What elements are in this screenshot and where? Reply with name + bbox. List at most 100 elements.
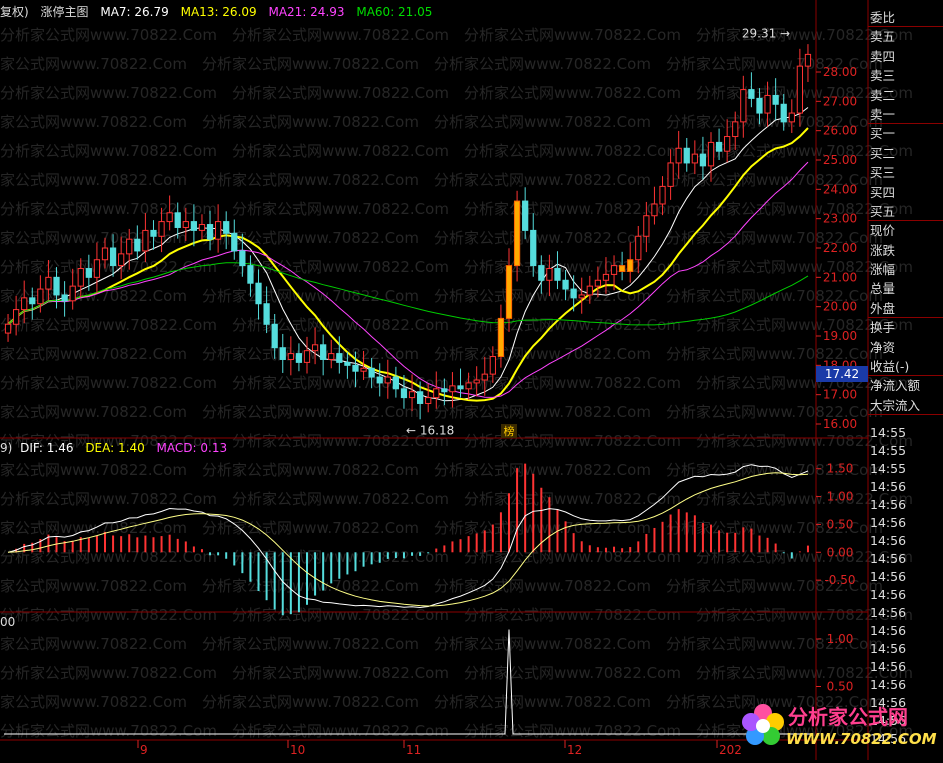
- watermark-text: 分析家公式网www.70822.Com: [0, 722, 217, 740]
- limit-up-bar: [497, 317, 505, 358]
- candle-body: [489, 356, 496, 375]
- side-item[interactable]: 收益(-): [868, 357, 943, 377]
- y-tick-label: 26.00: [823, 124, 857, 138]
- candle-body: [473, 379, 480, 384]
- y-tick-label: 23.00: [823, 212, 857, 226]
- side-item[interactable]: 买一: [868, 124, 943, 143]
- watermark-text: 分析家公式网www.70822.Com: [0, 461, 187, 479]
- candle-body: [352, 364, 359, 372]
- candle-body: [780, 103, 787, 123]
- candle-body: [530, 229, 537, 267]
- side-item[interactable]: 委比: [868, 8, 943, 28]
- candle-body: [675, 147, 682, 164]
- candle-body: [659, 185, 666, 205]
- watermark-text: 分析家公式网www.70822.Com: [0, 113, 187, 131]
- candle-body: [392, 376, 400, 390]
- candle-body: [279, 347, 286, 360]
- candle-body: [77, 268, 84, 287]
- candle-body: [126, 238, 133, 255]
- candle-body: [586, 285, 593, 296]
- candle-body: [522, 200, 529, 231]
- watermark-text: 分析家公式网www.70822.Com: [434, 55, 651, 73]
- watermark-text: 分析家公式网www.70822.Com: [0, 374, 217, 392]
- candle-body: [610, 265, 618, 275]
- candle-body: [53, 276, 60, 296]
- side-item[interactable]: 卖二: [868, 86, 943, 105]
- candle-body: [562, 279, 569, 290]
- watermark-text: 分析家公式网www.70822.Com: [202, 55, 419, 73]
- watermark-text: 分析家公式网www.70822.Com: [202, 403, 419, 421]
- side-item[interactable]: 外盘: [868, 299, 943, 319]
- side-item[interactable]: 涨跌: [868, 241, 943, 260]
- side-item[interactable]: 买三: [868, 163, 943, 182]
- watermark-text: 分析家公式网www.70822.Com: [0, 490, 217, 508]
- y-tick-label: 20.00: [823, 300, 857, 314]
- watermark-text: 分析家公式网www.70822.Com: [434, 171, 651, 189]
- watermark-text: 分析家公式网www.70822.Com: [434, 577, 651, 595]
- side-item[interactable]: 涨幅: [868, 260, 943, 279]
- side-item[interactable]: 净资: [868, 338, 943, 357]
- side-item[interactable]: 换手: [868, 318, 943, 337]
- watermark-text: 分析家公式网www.70822.Com: [232, 200, 449, 218]
- candle-body: [651, 203, 658, 217]
- tick-time: 14:56: [870, 677, 907, 692]
- candle-body: [602, 273, 610, 281]
- side-item[interactable]: 买二: [868, 144, 943, 163]
- candle-body: [255, 282, 262, 305]
- tick-time: 14:56: [870, 587, 907, 602]
- side-item[interactable]: 总量: [868, 279, 943, 298]
- third-y-tick-label: 1.00: [827, 632, 854, 646]
- watermark-text: 分析家公式网www.70822.Com: [464, 142, 681, 160]
- candle-body: [441, 388, 448, 393]
- side-item[interactable]: 卖三: [868, 66, 943, 85]
- candle: [578, 277, 585, 314]
- candle-body: [295, 353, 303, 363]
- side-item[interactable]: 现价: [868, 221, 943, 240]
- watermark-text: 分析家公式网www.70822.Com: [232, 664, 449, 682]
- quote-side-panel: 委比 卖五 卖四 卖三 卖二 卖一 买一 买二 买三 买四 买五 现价 涨跌 涨…: [868, 8, 943, 416]
- candle: [142, 213, 149, 263]
- macd-y-tick-label: 1.00: [827, 490, 854, 504]
- side-item[interactable]: 买四: [868, 183, 943, 202]
- tick-time: 14:55: [870, 425, 907, 440]
- macd-prefix: 9): [0, 441, 13, 455]
- side-item[interactable]: 卖四: [868, 47, 943, 66]
- candle-body: [724, 136, 731, 152]
- y-tick-label: 25.00: [823, 153, 857, 167]
- y-tick-label: 22.00: [823, 241, 857, 255]
- candle-body: [667, 162, 674, 187]
- candle: [683, 138, 690, 172]
- ma21-label: MA21: 24.93: [268, 5, 345, 19]
- dea-label: DEA: 1.40: [85, 441, 145, 455]
- watermark-text: 分析家公式网www.70822.Com: [202, 461, 419, 479]
- limit-up-bar: [618, 265, 626, 272]
- low-point-label: ← 16.18: [406, 424, 454, 438]
- limit-up-bar: [627, 259, 634, 272]
- tick-time: 14:56: [870, 497, 907, 512]
- side-item[interactable]: 卖五: [868, 27, 943, 46]
- candle-body: [69, 285, 76, 302]
- watermark-text: 分析家公式网www.70822.Com: [0, 664, 217, 682]
- indicator-name[interactable]: 涨停主图: [41, 5, 89, 19]
- watermark-text: 分析家公式网www.70822.Com: [232, 606, 449, 624]
- side-item[interactable]: 买五: [868, 202, 943, 222]
- candle-body: [554, 268, 561, 281]
- candle-body: [142, 229, 149, 252]
- candle-body: [198, 224, 206, 231]
- side-item[interactable]: 卖一: [868, 105, 943, 125]
- candle-body: [643, 215, 650, 237]
- price-marker: 17.42: [816, 366, 868, 382]
- watermark-text: 分析家公式网www.70822.Com: [0, 577, 187, 595]
- candle-body: [578, 294, 585, 299]
- tick-time: 14:56: [870, 641, 907, 656]
- candle: [255, 269, 262, 320]
- watermark-text: 分析家公式网www.70822.Com: [232, 490, 449, 508]
- side-item[interactable]: 大宗流入: [868, 396, 943, 416]
- candle-body: [93, 259, 101, 278]
- candle-body: [271, 323, 278, 349]
- side-item[interactable]: 净流入额: [868, 376, 943, 395]
- candle: [279, 333, 286, 373]
- candle-body: [594, 279, 602, 287]
- tick-time: 14:55: [870, 461, 907, 476]
- y-tick-label: 16.00: [823, 417, 857, 431]
